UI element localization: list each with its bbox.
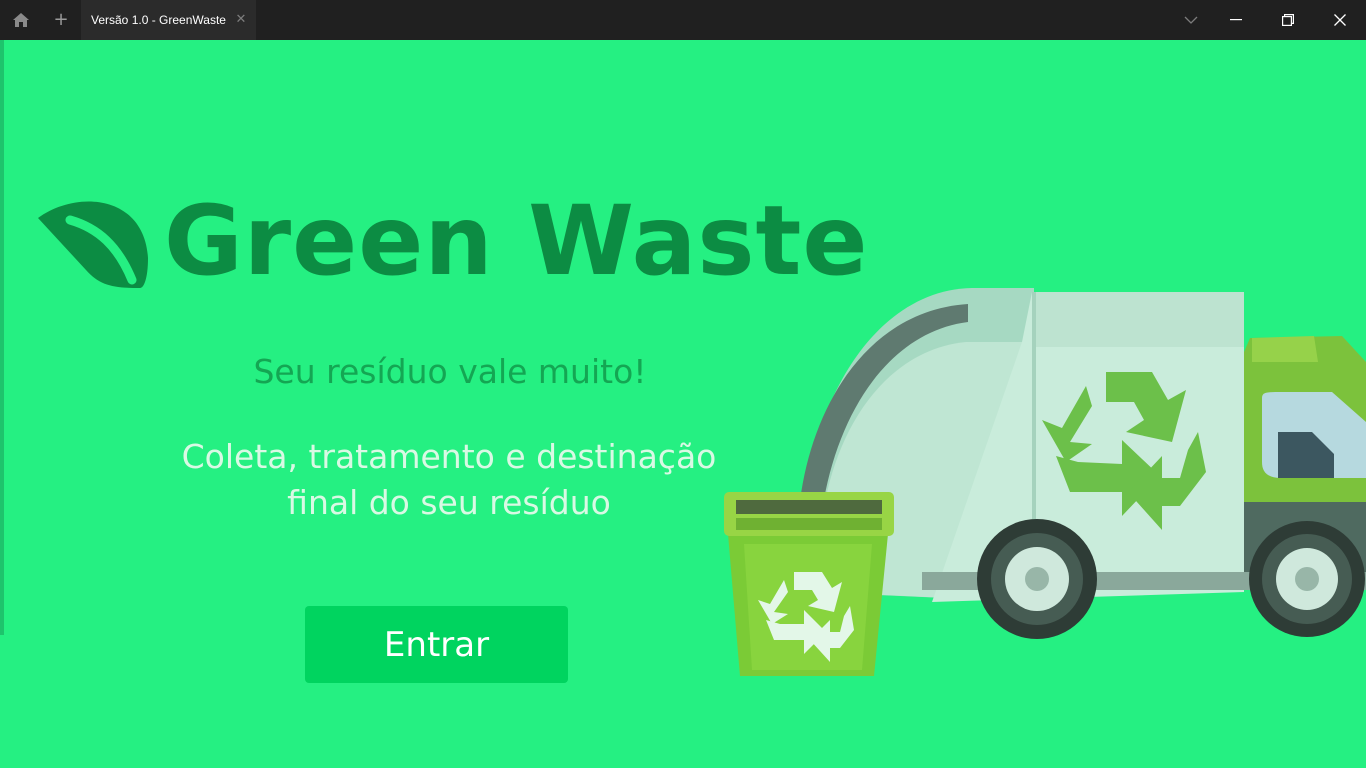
left-edge-stripe	[0, 40, 4, 635]
tagline: Seu resíduo vale muito!	[253, 352, 647, 391]
recycle-bin-icon	[724, 492, 894, 676]
tab-greenwaste[interactable]: Versão 1.0 - GreenWaste ✕	[81, 0, 256, 40]
enter-button[interactable]: Entrar	[305, 606, 568, 683]
truck-wheel-front	[1249, 521, 1365, 637]
new-tab-button[interactable]: +	[50, 9, 72, 31]
home-icon[interactable]	[10, 10, 32, 30]
leaf-icon	[38, 201, 148, 288]
description: Coleta, tratamento e destinação final do…	[181, 437, 717, 522]
tab-title: Versão 1.0 - GreenWaste	[91, 13, 226, 27]
chevron-down-icon[interactable]	[1178, 8, 1204, 32]
window-titlebar: + Versão 1.0 - GreenWaste ✕	[0, 0, 1366, 40]
truck-wheel-rear	[977, 519, 1097, 639]
brand-name: Green Waste	[164, 185, 869, 297]
garbage-truck-illustration	[724, 288, 1366, 676]
minimize-button[interactable]	[1223, 8, 1249, 32]
tab-close-icon[interactable]: ✕	[233, 12, 249, 28]
restore-button[interactable]	[1275, 8, 1301, 32]
close-button[interactable]	[1327, 8, 1353, 32]
